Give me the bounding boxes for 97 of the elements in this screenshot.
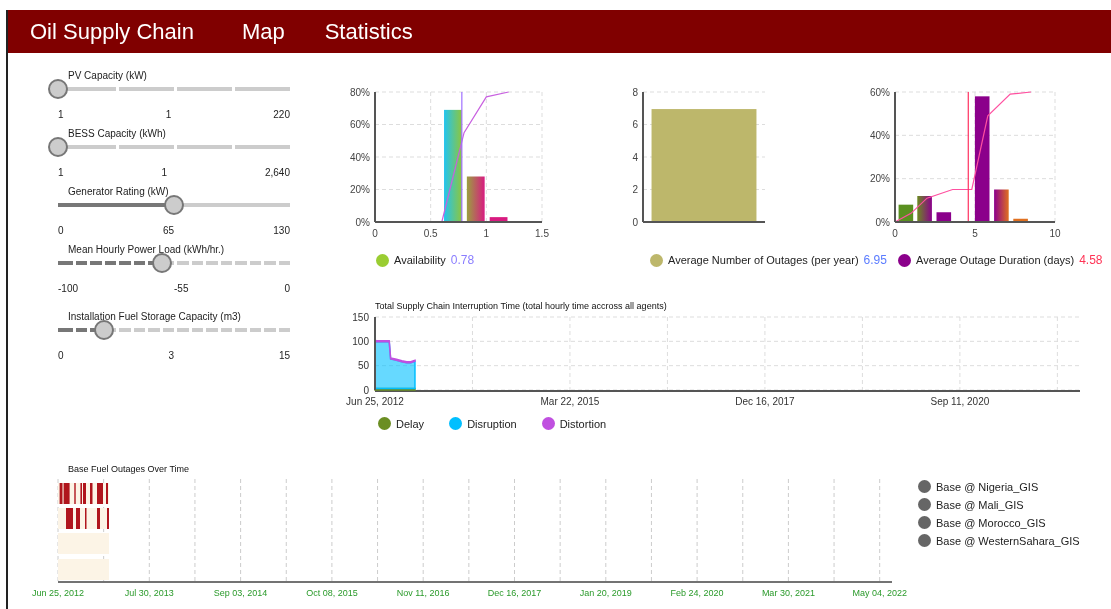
tick-label: 40% — [350, 151, 370, 163]
tick-label: Mar 22, 2015 — [540, 396, 600, 407]
legend-label: Base @ Morocco_GIS — [936, 516, 1046, 529]
tick-label: 40% — [870, 129, 890, 141]
tick-label: 0 — [363, 384, 369, 396]
tick-label: Mar 30, 2021 — [761, 588, 815, 598]
histogram-bar — [1013, 218, 1028, 222]
tick-label: 0% — [875, 216, 890, 228]
slider-max-label: 220 — [273, 109, 290, 120]
legend-label: Distortion — [559, 417, 607, 430]
app-title: Oil Supply Chain — [30, 18, 194, 45]
chart-title: Total Supply Chain Interruption Time (total hourly time accross all agents) — [374, 301, 668, 311]
slider-min-label: 0 — [58, 350, 64, 361]
tick-label: 0% — [355, 216, 370, 228]
slider-thumb[interactable] — [94, 320, 115, 340]
slider-min-label: 1 — [58, 167, 64, 178]
legend-label: Disruption — [467, 417, 517, 430]
slider-label: Installation Fuel Storage Capacity (m3) — [68, 311, 242, 324]
tick-label: 6 — [632, 119, 638, 130]
outage-row-drawing — [58, 533, 109, 554]
tick-label: 100 — [352, 335, 369, 347]
legend-label: Base @ WesternSahara_GIS — [936, 534, 1080, 547]
slider-label: Mean Hourly Power Load (kWh/hr.) — [68, 244, 226, 257]
tick-label: 150 — [352, 311, 369, 323]
nav-link[interactable]: Map — [241, 18, 285, 45]
histogram-bar — [917, 196, 932, 222]
legend-label: Availability — [394, 254, 446, 266]
tick-label: Sep 03, 2014 — [213, 588, 268, 598]
histogram-bar — [466, 176, 485, 222]
slider-label: PV Capacity (kW) — [68, 70, 148, 83]
slider-thumb[interactable] — [48, 137, 68, 157]
tick-label: 4 — [632, 151, 638, 163]
slider-thumb[interactable] — [48, 79, 68, 99]
histogram-bar — [489, 217, 508, 222]
tick-label: Dec 16, 2017 — [487, 588, 542, 598]
slider-value: 65 — [162, 225, 174, 236]
legend-value: 0.78 — [450, 253, 475, 267]
slider-max-label: 15 — [278, 350, 290, 361]
outage-row-drawing — [58, 483, 109, 504]
tick-label: 2 — [632, 184, 638, 195]
tick-label: 5 — [972, 228, 978, 239]
outage-row-drawing — [58, 508, 109, 529]
tick-label: Oct 08, 2015 — [306, 588, 358, 598]
legend-dot — [918, 534, 931, 547]
tick-label: 0 — [632, 216, 638, 228]
legend-label: Average Outage Duration (days) — [916, 254, 1075, 266]
legend-value: 6.95 — [863, 253, 887, 267]
histogram-bar — [994, 189, 1009, 222]
tick-label: Nov 11, 2016 — [396, 588, 450, 598]
tick-label: 1 — [483, 228, 490, 239]
nav-link[interactable]: Statistics — [324, 18, 413, 45]
tick-label: Jul 30, 2013 — [124, 588, 174, 598]
tick-label: Jun 25, 2012 — [346, 396, 404, 407]
legend-label: Average Number of Outages (per year) — [668, 254, 859, 266]
slider-thumb[interactable] — [152, 253, 173, 273]
slider-min-label: -100 — [58, 283, 78, 294]
legend-label: Delay — [396, 417, 425, 430]
slider-min-label: 1 — [58, 109, 64, 120]
tick-label: Sep 11, 2020 — [930, 396, 990, 407]
tick-label: 20% — [350, 184, 370, 195]
legend-label: Base @ Nigeria_GIS — [936, 480, 1039, 493]
tick-label: Dec 16, 2017 — [735, 396, 795, 407]
chart-title: Base Fuel Outages Over Time — [67, 464, 191, 474]
slider-label: Generator Rating (kW) — [68, 186, 170, 199]
slider-thumb[interactable] — [164, 195, 184, 215]
outage-row-drawing — [58, 559, 109, 580]
slider-max-label: 2,640 — [264, 167, 290, 178]
tick-label: 8 — [632, 86, 638, 98]
tick-label: May 04, 2022 — [852, 588, 907, 598]
tick-label: 60% — [870, 86, 890, 98]
slider-min-label: 0 — [58, 225, 64, 236]
legend-dot — [918, 498, 931, 511]
tick-label: 80% — [350, 86, 370, 98]
tick-label: 20% — [870, 173, 890, 185]
legend-dot — [918, 516, 931, 529]
tick-label: 60% — [350, 119, 370, 130]
tick-label: 10 — [1049, 228, 1061, 239]
histogram-bar — [936, 212, 952, 222]
slider-max-label: 0 — [284, 283, 290, 294]
slider-value: -55 — [174, 283, 189, 294]
tick-label: Jan 20, 2019 — [579, 588, 632, 598]
slider-value: 3 — [168, 350, 174, 361]
tick-label: 1.5 — [535, 228, 549, 239]
tick-label: 0.5 — [423, 228, 438, 239]
legend-label: Base @ Mali_GIS — [936, 498, 1024, 511]
tick-label: 0 — [892, 228, 898, 239]
slider-label: BESS Capacity (kWh) — [68, 128, 167, 141]
tick-label: Feb 24, 2020 — [670, 588, 724, 598]
slider-value: 1 — [165, 109, 172, 120]
tick-label: 50 — [357, 360, 369, 372]
legend-value: 4.58 — [1079, 253, 1103, 267]
tick-label: Jun 25, 2012 — [32, 588, 84, 598]
slider-max-label: 130 — [273, 225, 290, 236]
histogram-bar — [898, 204, 914, 222]
legend-dot — [918, 480, 931, 493]
tick-label: 0 — [372, 228, 378, 239]
slider-value: 1 — [161, 167, 168, 178]
